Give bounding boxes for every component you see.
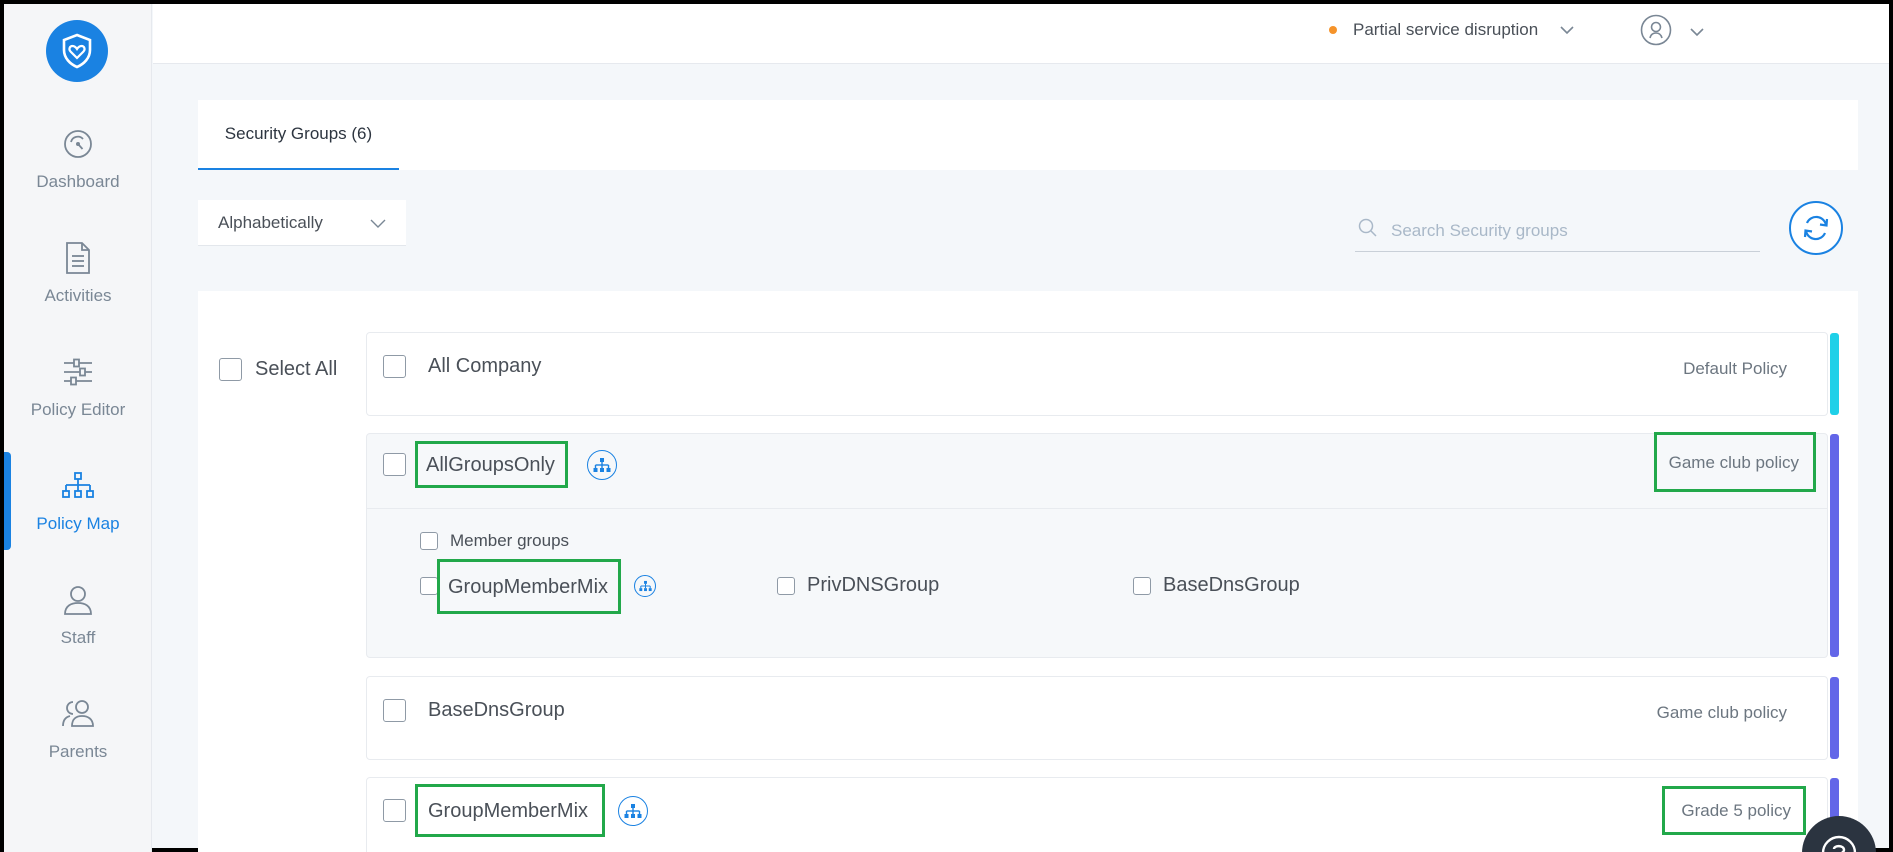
member-group-checkbox[interactable]	[1133, 576, 1151, 595]
policy-color-bar	[1830, 677, 1839, 759]
group-name: AllGroupsOnly	[415, 441, 568, 488]
sidebar: Dashboard Activities Policy Editor Polic…	[4, 4, 152, 852]
sidebar-item-label: Parents	[48, 742, 108, 761]
sliders-icon	[60, 354, 96, 390]
users-icon	[60, 696, 96, 732]
group-checkbox[interactable]	[383, 799, 406, 822]
search-box	[1355, 210, 1760, 252]
sidebar-item-policy-editor[interactable]: Policy Editor	[4, 332, 152, 442]
group-row: AllGroupsOnly	[383, 441, 617, 488]
hierarchy-icon[interactable]	[634, 575, 657, 597]
member-groups-checkbox[interactable]	[420, 532, 438, 550]
select-all-label: Select All	[255, 358, 338, 380]
hierarchy-icon[interactable]	[586, 449, 617, 480]
user-menu[interactable]	[1640, 14, 1704, 51]
status-dot-icon	[1329, 26, 1337, 34]
chevron-down-icon	[1560, 20, 1574, 40]
policy-label: Game club policy	[1653, 432, 1817, 492]
sidebar-item-label: Policy Editor	[30, 400, 126, 419]
member-group-item: BaseDnsGroup	[1133, 574, 1300, 597]
policy-label: Game club policy	[1656, 703, 1787, 722]
group-name: GroupMemberMix	[414, 784, 606, 837]
refresh-icon	[1803, 215, 1829, 241]
select-all-checkbox[interactable]	[219, 358, 242, 381]
group-checkbox[interactable]	[383, 699, 406, 722]
group-row: BaseDnsGroup	[383, 699, 565, 722]
group-name: All Company	[428, 355, 542, 377]
user-icon	[60, 582, 96, 618]
search-input[interactable]	[1391, 220, 1731, 241]
group-checkbox[interactable]	[383, 355, 406, 378]
tab-bar: Security Groups (6)	[198, 100, 1858, 170]
document-icon	[60, 240, 96, 276]
sidebar-item-policy-map[interactable]: Policy Map	[4, 446, 152, 556]
member-group-name: PrivDNSGroup	[807, 574, 940, 596]
group-card-expanded: AllGroupsOnly Game club policy Member gr…	[366, 432, 1839, 658]
member-group-item: PrivDNSGroup	[777, 574, 939, 597]
hierarchy-icon	[60, 468, 96, 504]
policy-label: Grade 5 policy	[1662, 786, 1806, 835]
sidebar-item-label: Dashboard	[36, 172, 120, 191]
member-group-name: GroupMemberMix	[436, 558, 622, 614]
group-card: GroupMemberMix Grade 5 policy	[366, 777, 1839, 852]
tab-security-groups[interactable]: Security Groups (6)	[198, 100, 399, 170]
sort-value: Alphabetically	[218, 212, 323, 232]
search-icon	[1357, 217, 1379, 244]
refresh-button[interactable]	[1789, 201, 1843, 255]
member-groups-label: Member groups	[450, 531, 570, 550]
top-bar	[153, 4, 1889, 64]
select-all[interactable]: Select All	[219, 358, 337, 381]
sidebar-item-label: Policy Map	[36, 514, 120, 533]
avatar-icon	[1640, 14, 1672, 51]
member-group-name: BaseDnsGroup	[1163, 574, 1300, 596]
chevron-down-icon	[1690, 24, 1704, 42]
member-groups-header: Member groups	[420, 531, 569, 551]
hierarchy-icon[interactable]	[618, 795, 649, 826]
sidebar-item-label: Staff	[60, 628, 96, 647]
sort-dropdown[interactable]: Alphabetically	[198, 200, 406, 246]
gauge-icon	[60, 126, 96, 162]
service-status[interactable]: Partial service disruption	[1329, 18, 1574, 42]
group-row: All Company	[383, 355, 541, 378]
policy-label: Default Policy	[1683, 359, 1787, 378]
group-checkbox[interactable]	[383, 453, 406, 476]
member-group-item: GroupMemberMix	[420, 558, 657, 614]
group-card: BaseDnsGroup Game club policy	[366, 676, 1839, 760]
chevron-down-icon	[370, 214, 386, 234]
question-icon	[1821, 835, 1857, 852]
group-name: BaseDnsGroup	[428, 699, 565, 721]
sidebar-item-activities[interactable]: Activities	[4, 218, 152, 328]
policy-color-bar	[1830, 434, 1839, 657]
policy-color-bar	[1830, 333, 1839, 415]
status-text: Partial service disruption	[1353, 20, 1539, 39]
group-row: GroupMemberMix	[383, 784, 649, 837]
shield-heart-logo-icon[interactable]	[46, 20, 108, 82]
member-group-checkbox[interactable]	[777, 576, 795, 595]
sidebar-item-parents[interactable]: Parents	[4, 674, 152, 784]
sidebar-item-dashboard[interactable]: Dashboard	[4, 104, 152, 214]
sidebar-item-staff[interactable]: Staff	[4, 560, 152, 670]
sidebar-item-label: Activities	[44, 286, 112, 305]
group-card: All Company Default Policy	[366, 332, 1839, 416]
member-group-checkbox[interactable]	[420, 577, 438, 595]
divider	[367, 508, 1827, 509]
